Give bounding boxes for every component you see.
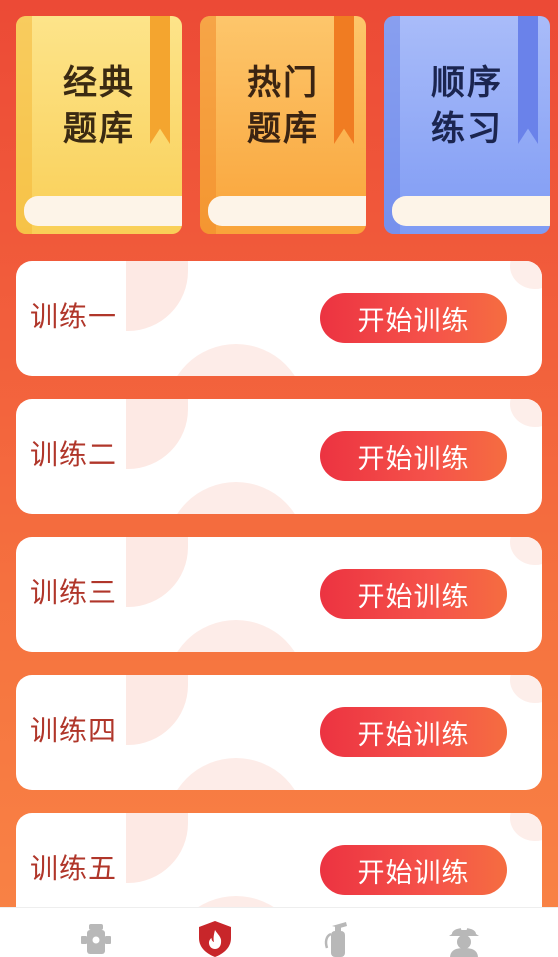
training-card: 训练二 开始训练 xyxy=(16,399,542,514)
decor-shape xyxy=(126,813,188,883)
training-card: 训练四 开始训练 xyxy=(16,675,542,790)
hot-bank-book[interactable]: 热门 题库 xyxy=(200,16,366,234)
start-training-button[interactable]: 开始训练 xyxy=(320,431,507,481)
start-training-button[interactable]: 开始训练 xyxy=(320,569,507,619)
book-title-line2: 练习 xyxy=(431,109,503,149)
book-pages xyxy=(392,196,550,226)
decor-shape xyxy=(166,344,306,376)
training-label: 训练三 xyxy=(30,576,118,609)
bookmark-ribbon xyxy=(334,16,354,144)
extinguisher-icon xyxy=(324,922,347,957)
training-card: 训练三 开始训练 xyxy=(16,537,542,652)
tab-hydrant[interactable] xyxy=(76,918,116,957)
training-label: 训练二 xyxy=(30,438,118,471)
book-title-line1: 经典 xyxy=(63,63,135,103)
bookmark-ribbon xyxy=(518,16,538,144)
book-title: 热门 题库 xyxy=(234,60,332,152)
bookmark-ribbon xyxy=(150,16,170,144)
book-title-line2: 题库 xyxy=(63,109,135,149)
book-title-line1: 顺序 xyxy=(431,63,503,103)
hydrant-icon xyxy=(81,924,111,954)
decor-shape xyxy=(126,675,188,745)
sequential-practice-book[interactable]: 顺序 练习 xyxy=(384,16,550,234)
decor-shape xyxy=(126,399,188,469)
book-title-line1: 热门 xyxy=(247,63,319,103)
start-training-button[interactable]: 开始训练 xyxy=(320,845,507,895)
tab-extinguisher[interactable] xyxy=(318,918,358,957)
classic-bank-book[interactable]: 经典 题库 xyxy=(16,16,182,234)
decor-shape xyxy=(166,758,306,790)
decor-shape xyxy=(510,813,542,841)
decor-shape xyxy=(166,482,306,514)
book-title-line2: 题库 xyxy=(247,109,319,149)
training-label: 训练五 xyxy=(30,852,118,885)
training-card: 训练一 开始训练 xyxy=(16,261,542,376)
book-pages xyxy=(24,196,182,226)
firefighter-icon xyxy=(449,924,479,957)
tab-fire-safety[interactable] xyxy=(195,918,235,957)
decor-shape xyxy=(510,675,542,703)
bottom-tab-bar xyxy=(0,907,558,957)
start-training-button[interactable]: 开始训练 xyxy=(320,293,507,343)
book-pages xyxy=(208,196,366,226)
decor-shape xyxy=(510,537,542,565)
decor-shape xyxy=(126,537,188,607)
book-title: 经典 题库 xyxy=(50,60,148,152)
start-training-button[interactable]: 开始训练 xyxy=(320,707,507,757)
flame-shield-icon xyxy=(199,921,231,957)
tab-firefighter[interactable] xyxy=(444,918,484,957)
question-bank-shelf: 经典 题库 热门 题库 顺序 练习 xyxy=(0,0,558,250)
training-label: 训练四 xyxy=(30,714,118,747)
book-title: 顺序 练习 xyxy=(418,60,516,152)
decor-shape xyxy=(126,261,188,331)
decor-shape xyxy=(510,261,542,289)
training-label: 训练一 xyxy=(30,300,118,333)
decor-shape xyxy=(510,399,542,427)
decor-shape xyxy=(166,620,306,652)
